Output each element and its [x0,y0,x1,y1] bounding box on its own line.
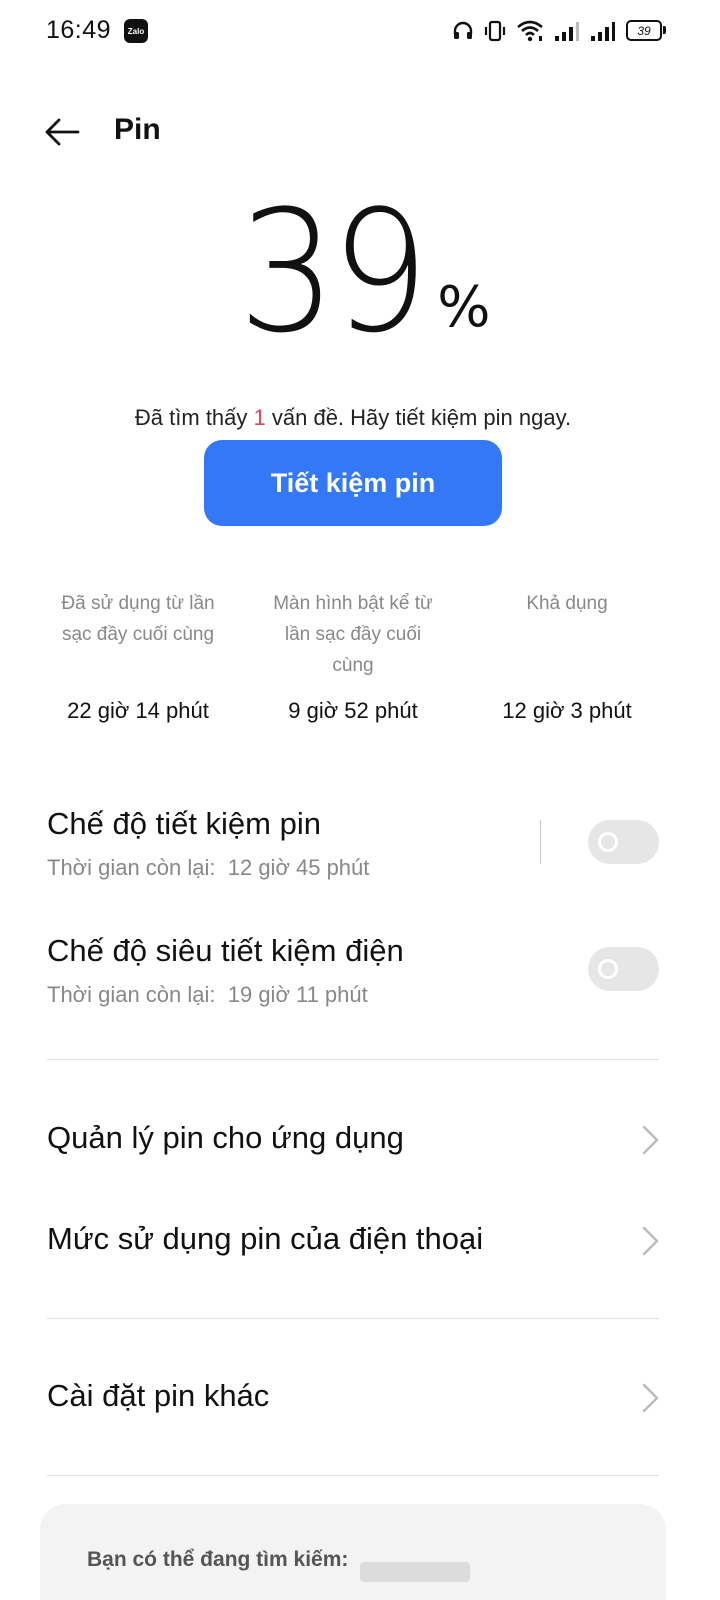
chevron-right-icon [642,1125,659,1155]
stat-used-since-charge: Đã sử dụng từ lần sạc đầy cuối cùng 22 g… [38,588,238,723]
other-battery-settings-item[interactable]: Cài đặt pin khác [0,1358,720,1438]
row-title: Chế độ tiết kiệm pin [47,806,321,841]
row-subtitle: Thời gian còn lại: 12 giờ 45 phút [47,855,370,880]
save-battery-button[interactable]: Tiết kiệm pin [204,440,502,526]
stat-screen-on: Màn hình bật kể từ lần sạc đầy cuối cùng… [253,588,453,723]
chevron-right-icon [642,1383,659,1413]
power-saving-mode-row[interactable]: Chế độ tiết kiệm pin Thời gian còn lại: … [0,806,720,906]
suggestion-card: Bạn có thể đang tìm kiếm: [40,1504,666,1600]
stat-label: Đã sử dụng từ lần sạc đầy cuối cùng [61,593,215,645]
zalo-notification-icon: Zalo [124,19,148,43]
menu-label: Cài đặt pin khác [47,1378,270,1413]
row-subtitle: Thời gian còn lại: 19 giờ 11 phút [47,982,368,1007]
stat-label: Màn hình bật kể từ lần sạc đầy cuối cùng [273,593,433,676]
battery-nub [663,26,666,34]
suggestion-label: Bạn có thể đang tìm kiếm: [87,1548,349,1571]
signal-2-icon [590,20,616,42]
status-icons [452,16,616,46]
battery-percent-unit: % [437,275,491,340]
super-power-saving-mode-row[interactable]: Chế độ siêu tiết kiệm điện Thời gian còn… [0,933,720,1033]
wifi-icon [516,20,544,42]
stat-available: Khả dụng 12 giờ 3 phút [467,588,667,723]
suggestion-chip[interactable] [360,1562,470,1582]
phone-battery-usage-item[interactable]: Mức sử dụng pin của điện thoại [0,1201,720,1281]
chevron-right-icon [642,1226,659,1256]
stat-value: 9 giờ 52 phút [288,698,418,723]
back-button[interactable] [40,112,84,152]
issue-count: 1 [253,405,266,430]
super-power-saving-toggle[interactable] [588,947,659,991]
issue-prefix: Đã tìm thấy [134,405,254,430]
app-battery-management-item[interactable]: Quản lý pin cho ứng dụng [0,1100,720,1180]
menu-label: Mức sử dụng pin của điện thoại [47,1221,484,1256]
section-divider [47,1059,659,1060]
battery-icon: 39 [626,20,662,41]
back-arrow-icon [45,118,80,146]
signal-1-icon [554,20,580,42]
stat-label: Khả dụng [526,593,608,614]
toggle-divider [540,820,541,864]
battery-percent-number: 39 [237,174,429,370]
menu-label: Quản lý pin cho ứng dụng [47,1120,404,1155]
toggle-knob [598,959,618,979]
page-title: Pin [114,113,161,146]
issue-message: Đã tìm thấy 1 vấn đề. Hãy tiết kiệm pin … [0,405,706,431]
section-divider [47,1318,659,1319]
stat-value: 22 giờ 14 phút [67,698,209,723]
issue-suffix: vấn đề. Hãy tiết kiệm pin ngay. [265,405,572,430]
vibrate-icon [484,19,506,43]
status-bar: 16:49 Zalo 39 [0,0,720,62]
section-divider [47,1475,659,1476]
stat-value: 12 giờ 3 phút [502,698,632,723]
row-title: Chế độ siêu tiết kiệm điện [47,933,404,968]
toggle-knob [598,832,618,852]
headset-icon [452,20,474,42]
battery-percentage: 39% [0,188,720,356]
power-saving-toggle[interactable] [588,820,659,864]
status-time: 16:49 [46,16,112,44]
